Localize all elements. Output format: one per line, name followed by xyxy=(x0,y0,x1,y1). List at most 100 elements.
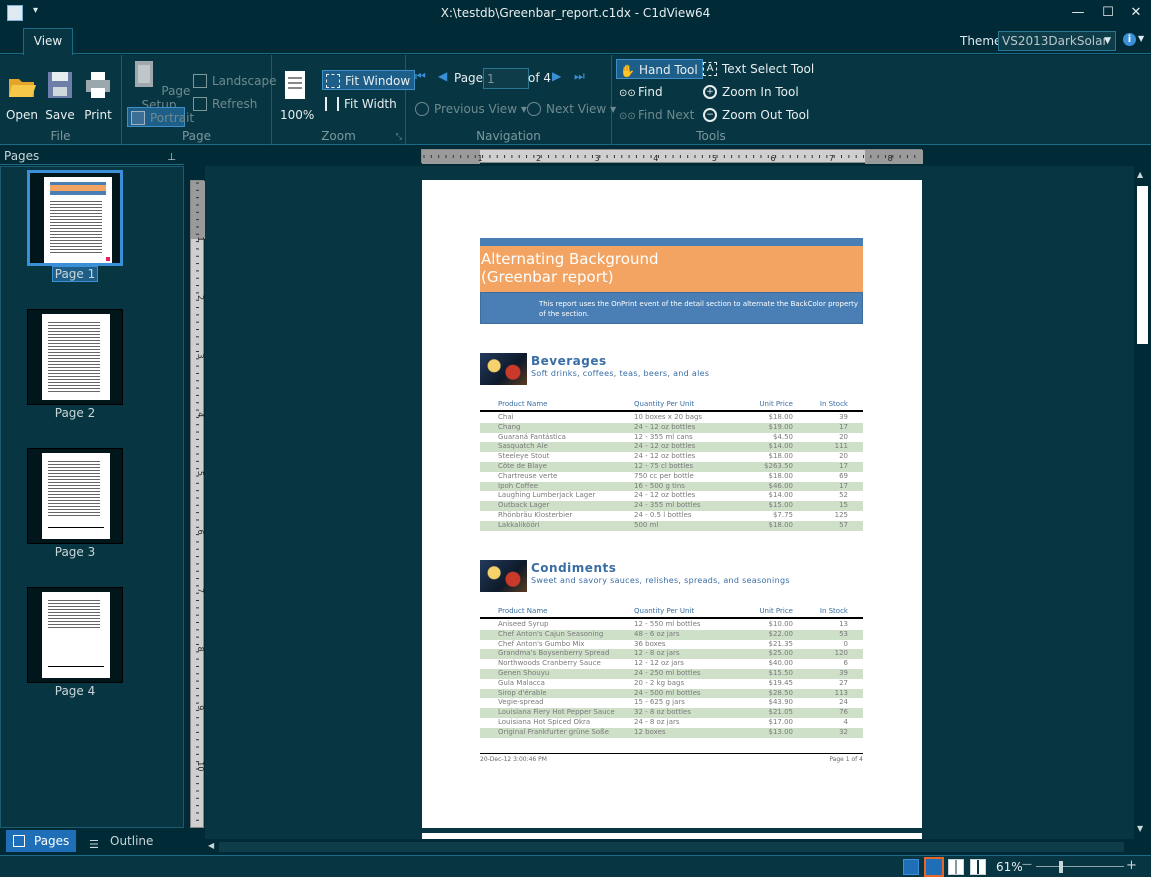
column-header: Unit Price xyxy=(759,607,793,615)
page-total: of 4 xyxy=(528,71,552,85)
table-row: Ipoh Coffee 16 - 500 g tins $46.00 17 xyxy=(480,481,863,492)
help-dropdown-icon[interactable]: ▼ xyxy=(1138,34,1144,43)
landscape-icon xyxy=(193,74,207,88)
table-row: Chartreuse verte 750 cc per bottle $18.00 6… xyxy=(480,472,863,482)
ruler-label: 4 xyxy=(196,412,205,417)
next-page-icon[interactable]: ▶ xyxy=(552,69,561,83)
previous-view-icon xyxy=(415,102,429,116)
ruler-label: 1 xyxy=(477,154,482,163)
print-button[interactable]: Print xyxy=(82,69,114,122)
document-view[interactable]: Alternating Background (Greenbar report)… xyxy=(205,166,1134,839)
thumbnail-page-2[interactable] xyxy=(27,309,123,405)
text-select-icon: A xyxy=(703,62,717,76)
close-button[interactable]: ✕ xyxy=(1126,4,1146,22)
text-select-tool-button[interactable]: A Text Select Tool xyxy=(700,59,818,79)
zoom-in-tool-button[interactable]: + Zoom In Tool xyxy=(700,82,803,102)
scroll-down-icon[interactable]: ▼ xyxy=(1137,824,1143,833)
vertical-scroll-thumb[interactable] xyxy=(1137,186,1148,344)
table-cell: 12 boxes xyxy=(634,727,666,736)
zoom-out-tool-button[interactable]: − Zoom Out Tool xyxy=(700,105,813,125)
scroll-up-icon[interactable]: ▲ xyxy=(1137,170,1143,179)
table-cell: 10 boxes x 20 bags xyxy=(634,413,703,421)
two-pages-view-icon[interactable] xyxy=(948,859,964,875)
thumbnail-label-page-2[interactable]: Page 2 xyxy=(27,406,123,420)
hand-tool-button[interactable]: ✋ Hand Tool xyxy=(616,59,703,79)
zoom-in-icon[interactable]: + xyxy=(1126,858,1137,873)
table-cell: 53 xyxy=(839,629,848,638)
first-page-icon[interactable]: ⏮ xyxy=(415,69,426,84)
table-cell: $21.35 xyxy=(768,639,794,648)
dialog-launcher-icon[interactable]: ⤡ xyxy=(396,132,402,142)
refresh-button[interactable]: Refresh xyxy=(190,94,261,114)
ruler-label: 6 xyxy=(770,154,775,163)
zoom-slider-thumb[interactable] xyxy=(1059,861,1063,873)
thumbnail-label-text: Page 1 xyxy=(51,266,99,282)
tab-pages[interactable]: Pages xyxy=(6,830,76,852)
previous-page-icon[interactable]: ◀ xyxy=(438,69,447,83)
thumbnail-label-page-3[interactable]: Page 3 xyxy=(27,545,123,559)
page-setup-button[interactable]: Page Setup xyxy=(126,59,192,112)
zoom-out-icon[interactable]: — xyxy=(1022,859,1032,870)
thumbnail-page-4[interactable] xyxy=(27,587,123,683)
table-cell: 39 xyxy=(839,413,848,421)
table-cell: $14.00 xyxy=(768,491,794,500)
multi-page-view-icon[interactable] xyxy=(970,859,986,875)
page-number-input[interactable] xyxy=(483,68,529,89)
table-cell: Lakkalikööri xyxy=(498,520,540,529)
outline-tab-icon: ☰ xyxy=(89,838,99,851)
table-cell: 13 xyxy=(839,620,848,628)
table-row: Chef Anton's Gumbo Mix 36 boxes $21.35 0 xyxy=(480,640,863,650)
table-cell: $18.00 xyxy=(768,413,794,421)
thumbnail-label-page-4[interactable]: Page 4 xyxy=(27,684,123,698)
ruler-label: 10 xyxy=(196,761,205,771)
ruler-label: 8 xyxy=(888,154,893,163)
zoom-in-icon: + xyxy=(703,85,717,99)
minimize-button[interactable]: — xyxy=(1068,4,1088,22)
tab-view[interactable]: View xyxy=(23,28,73,55)
horizontal-scrollbar[interactable]: ◀ xyxy=(205,839,1134,855)
thumbnail-page-3[interactable] xyxy=(27,448,123,544)
help-icon[interactable]: i xyxy=(1123,33,1136,46)
portrait-button[interactable]: Portrait xyxy=(127,107,194,127)
fit-window-button[interactable]: Fit Window xyxy=(322,70,416,90)
table-cell: 24 - 12 oz bottles xyxy=(634,422,696,431)
zoom-slider[interactable] xyxy=(1036,866,1124,867)
table-cell: 120 xyxy=(834,649,848,658)
next-view-button[interactable]: Next View ▾ xyxy=(524,99,620,119)
continuous-view-icon[interactable] xyxy=(924,857,944,877)
previous-view-button[interactable]: Previous View ▾ xyxy=(412,99,531,119)
thumbnail-label-page-1[interactable]: Page 1 xyxy=(27,266,123,282)
table-cell: Louisiana Fiery Hot Pepper Sauce xyxy=(498,708,615,717)
horizontal-scroll-thumb[interactable] xyxy=(219,842,1124,852)
table-cell: Gula Malacca xyxy=(498,678,545,687)
vertical-scrollbar[interactable]: ▲ ▼ xyxy=(1134,166,1151,839)
thumbnail-page-1[interactable] xyxy=(27,170,123,266)
column-header: Unit Price xyxy=(759,400,793,408)
column-header: Quantity Per Unit xyxy=(634,400,695,408)
maximize-button[interactable]: ☐ xyxy=(1098,4,1118,22)
print-label: Print xyxy=(84,108,112,122)
tab-outline[interactable]: ☰ Outline xyxy=(86,830,176,852)
column-header: Product Name xyxy=(498,400,548,408)
table-cell: 6 xyxy=(843,659,848,668)
group-label-file: File xyxy=(50,129,71,143)
table-cell: 20 xyxy=(839,432,848,441)
save-button[interactable]: Save xyxy=(44,69,76,122)
column-header: In Stock xyxy=(819,400,848,408)
last-page-icon[interactable]: ⏭ xyxy=(574,69,585,84)
scroll-left-icon[interactable]: ◀ xyxy=(208,841,214,850)
pin-icon[interactable]: ⊥ xyxy=(167,149,176,167)
fit-width-button[interactable]: Fit Width xyxy=(322,94,401,114)
zoom-100-button[interactable]: 100% xyxy=(280,69,314,122)
table-row: Laughing Lumberjack Lager 24 - 12 oz bott… xyxy=(480,491,863,501)
find-button[interactable]: ⊙⊙ Find xyxy=(616,82,667,102)
theme-select[interactable]: VS2013DarkSolar ▼ xyxy=(998,31,1116,51)
table-cell: $25.00 xyxy=(768,649,794,658)
open-button[interactable]: Open xyxy=(5,69,39,122)
landscape-button[interactable]: Landscape xyxy=(190,71,280,91)
single-page-view-icon[interactable] xyxy=(903,859,919,875)
table-cell: $18.00 xyxy=(768,471,794,480)
find-next-button[interactable]: ⊙⊙ Find Next xyxy=(616,105,698,125)
portrait-label: Portrait xyxy=(150,111,195,125)
footer-page-number: Page 1 of 4 xyxy=(829,756,863,763)
